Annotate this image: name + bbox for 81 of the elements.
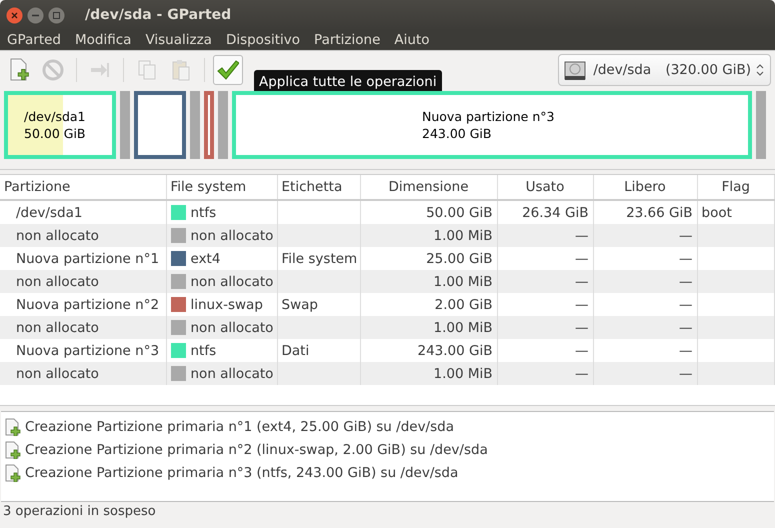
table-cell: ext4 <box>190 250 220 266</box>
column-header[interactable]: Dimensione <box>360 175 497 200</box>
new-partition-icon <box>5 418 21 436</box>
table-cell: — <box>575 320 588 336</box>
table-cell: Swap <box>282 296 318 312</box>
column-header[interactable]: Etichetta <box>277 175 360 200</box>
table-cell: non allocato <box>190 228 274 244</box>
table-cell: 1.00 MiB <box>433 274 492 290</box>
table-cell: 2.00 GiB <box>434 296 492 312</box>
column-header[interactable]: Libero <box>593 175 697 200</box>
table-cell: — <box>575 366 588 382</box>
cancel-icon <box>42 59 64 81</box>
table-cell: — <box>575 274 588 290</box>
close-icon[interactable] <box>6 6 23 24</box>
table-cell: — <box>679 366 692 382</box>
column-header[interactable]: File system <box>166 175 277 200</box>
unallocated-segment[interactable] <box>756 91 766 159</box>
partition-segment[interactable]: /dev/sda1 50.00 GiB <box>4 91 116 159</box>
table-cell: linux-swap <box>190 296 263 312</box>
device-selector[interactable]: /dev/sda (320.00 GiB) <box>558 54 771 86</box>
table-cell: non allocato <box>190 274 274 290</box>
table-cell: — <box>679 320 692 336</box>
new-partition-icon <box>5 464 21 482</box>
table-cell: — <box>575 296 588 312</box>
paste-icon <box>170 59 192 81</box>
partition-size: 50.00 GiB <box>24 125 86 142</box>
table-cell: — <box>679 250 692 266</box>
table-cell: 25.00 GiB <box>426 250 492 266</box>
partition-name: /dev/sda1 <box>24 108 86 125</box>
partition-segment[interactable] <box>204 91 214 159</box>
column-header[interactable]: Flag <box>697 175 774 200</box>
menu-item[interactable]: GParted <box>0 32 68 48</box>
menu-item[interactable]: Partizione <box>307 32 388 48</box>
toolbar-button[interactable] <box>213 55 243 85</box>
table-cell: 50.00 GiB <box>426 204 492 220</box>
menu-item[interactable]: Modifica <box>68 32 138 48</box>
table-cell: 1.00 MiB <box>433 366 492 382</box>
table-cell: boot <box>702 204 732 220</box>
spinner-arrows-icon <box>756 64 764 76</box>
table-cell: non allocato <box>190 320 274 336</box>
table-cell: non allocato <box>0 270 166 293</box>
table-cell: 1.00 MiB <box>433 228 492 244</box>
table-cell: non allocato <box>0 362 166 385</box>
table-cell: Dati <box>282 342 310 358</box>
table-cell: — <box>575 228 588 244</box>
table-cell: non allocato <box>190 366 274 382</box>
column-header[interactable]: Partizione <box>0 175 166 200</box>
partition-segment[interactable]: Nuova partizione n°3 243.00 GiB <box>232 91 752 159</box>
table-cell: — <box>679 274 692 290</box>
maximize-icon[interactable] <box>48 6 65 24</box>
table-cell: 243.00 GiB <box>417 342 492 358</box>
table-cell: File system <box>282 250 358 266</box>
status-text: 3 operazioni in sospeso <box>2 503 157 521</box>
table-cell: 23.66 GiB <box>626 204 692 220</box>
minimize-icon[interactable] <box>27 6 44 24</box>
partition-segment[interactable] <box>134 91 186 159</box>
table-cell: — <box>575 250 588 266</box>
new-partition-icon <box>5 440 21 458</box>
menu-item[interactable]: Dispositivo <box>218 32 308 48</box>
operation-item: Creazione Partizione primaria n°2 (linux-swap, 2.00 GiB) su /dev/sda <box>25 442 488 458</box>
table-cell: non allocato <box>0 224 166 247</box>
partition-name: Nuova partizione n°3 <box>422 108 554 125</box>
table-cell: 26.34 GiB <box>522 204 588 220</box>
table-cell: — <box>679 228 692 244</box>
menu-item[interactable]: Visualizza <box>138 32 219 48</box>
table-cell: ntfs <box>190 204 216 220</box>
table-cell: non allocato <box>0 316 166 339</box>
window-title: /dev/sda - GParted <box>85 7 232 23</box>
table-cell: — <box>575 342 588 358</box>
operation-item: Creazione Partizione primaria n°3 (ntfs, 243.00 GiB) su /dev/sda <box>25 464 458 480</box>
table-cell: — <box>679 296 692 312</box>
table-cell: ntfs <box>190 342 216 358</box>
operation-item: Creazione Partizione primaria n°1 (ext4, 25.00 GiB) su /dev/sda <box>25 418 454 434</box>
partition-size: 243.00 GiB <box>422 125 492 142</box>
checkmark-icon <box>217 60 239 80</box>
new-partition-icon <box>8 58 30 82</box>
menu-item[interactable]: Aiuto <box>387 32 437 48</box>
table-cell: — <box>679 342 692 358</box>
column-header[interactable]: Usato <box>497 175 593 200</box>
table-cell: 1.00 MiB <box>433 320 492 336</box>
copy-icon <box>136 59 158 81</box>
